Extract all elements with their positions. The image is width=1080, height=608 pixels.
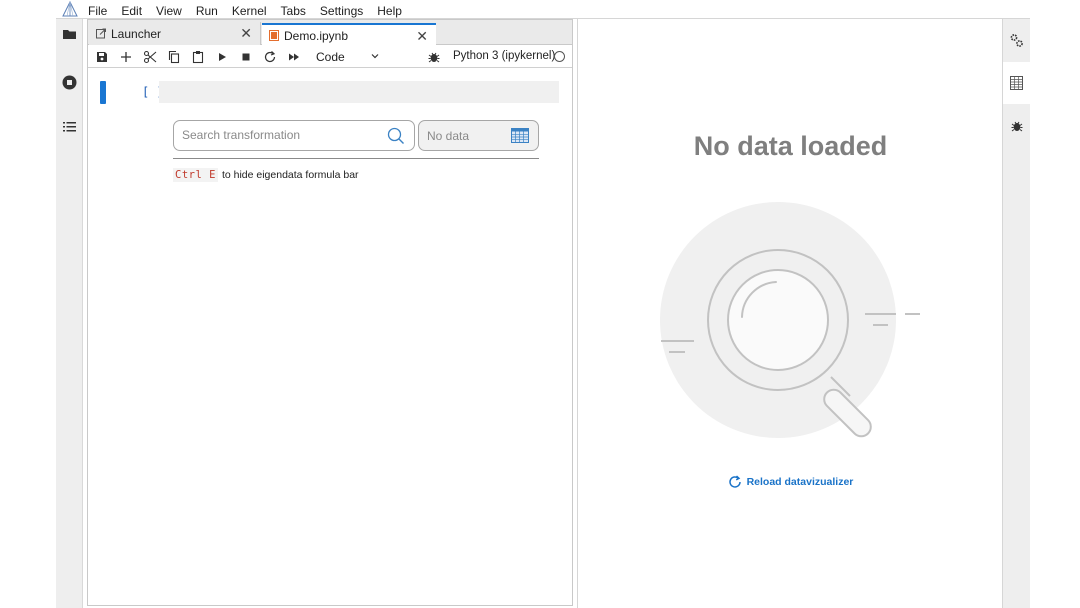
close-icon[interactable]: ✕ — [416, 28, 428, 45]
fast-forward-icon[interactable] — [287, 50, 301, 64]
jupyterlab-app: File Edit View Run Kernel Tabs Settings … — [56, 0, 1030, 608]
save-icon[interactable] — [95, 50, 109, 64]
search-transformation-input[interactable] — [182, 128, 377, 142]
table-grid-icon[interactable] — [511, 128, 529, 143]
tab-launcher[interactable]: Launcher ✕ — [89, 22, 261, 45]
folder-icon[interactable] — [62, 27, 77, 42]
tab-launcher-label: Launcher — [111, 26, 162, 41]
stop-icon[interactable] — [239, 50, 253, 64]
run-icon[interactable] — [215, 50, 229, 64]
paste-icon[interactable] — [191, 50, 205, 64]
notebook-panel: Launcher ✕ Demo.ipynb ✕ Code Python 3 (i… — [87, 19, 573, 606]
menu-edit[interactable]: Edit — [121, 4, 142, 18]
menu-view[interactable]: View — [156, 4, 182, 18]
left-sidebar — [56, 19, 83, 608]
gears-icon — [1010, 33, 1023, 47]
tab-demo-label: Demo.ipynb — [284, 28, 349, 43]
magnifier-illustration-icon — [660, 202, 920, 438]
menu-tabs[interactable]: Tabs — [281, 4, 306, 18]
debugger-tab[interactable] — [1003, 105, 1030, 147]
hint-text: to hide eigendata formula bar — [221, 169, 359, 181]
data-visualizer-panel: No data loaded Reload datavizualizer — [577, 19, 1002, 608]
debugger-bug-icon[interactable] — [427, 50, 441, 64]
launcher-icon — [96, 28, 106, 39]
data-table-tab[interactable] — [1003, 62, 1030, 104]
kernel-status-icon — [554, 51, 565, 62]
copy-icon[interactable] — [167, 50, 181, 64]
menu-run[interactable]: Run — [196, 4, 218, 18]
reload-button[interactable]: Reload datavizualizer — [578, 475, 1003, 489]
formula-bar-divider — [173, 158, 539, 159]
notebook-icon — [269, 30, 279, 41]
tab-demo-notebook[interactable]: Demo.ipynb ✕ — [262, 23, 436, 46]
toc-list-icon[interactable] — [62, 119, 77, 134]
debugger-bug-icon — [1011, 121, 1022, 132]
menu-settings[interactable]: Settings — [320, 4, 363, 18]
menu-kernel[interactable]: Kernel — [232, 4, 267, 18]
right-sidebar — [1002, 19, 1030, 608]
tab-bar: Launcher ✕ Demo.ipynb ✕ — [88, 20, 572, 46]
active-cell-marker — [100, 81, 106, 104]
formula-bar-hint: Ctrl E to hide eigendata formula bar — [173, 168, 359, 182]
add-cell-icon[interactable] — [119, 50, 133, 64]
cut-icon[interactable] — [143, 50, 157, 64]
property-inspector-tab[interactable] — [1003, 19, 1030, 61]
reload-label: Reload datavizualizer — [746, 476, 854, 488]
shortcut-key: Ctrl E — [173, 168, 218, 182]
menu-file[interactable]: File — [88, 4, 107, 18]
menu-help[interactable]: Help — [377, 4, 402, 18]
chevron-down-icon[interactable] — [370, 51, 380, 61]
menu-items: File Edit View Run Kernel Tabs Settings … — [88, 4, 416, 18]
search-transformation-box[interactable] — [173, 120, 415, 151]
notebook-toolbar: Code Python 3 (ipykernel) — [88, 46, 572, 68]
close-icon[interactable]: ✕ — [240, 25, 252, 42]
search-icon[interactable] — [387, 127, 405, 145]
menu-bar: File Edit View Run Kernel Tabs Settings … — [56, 0, 1030, 19]
reload-icon — [728, 475, 741, 488]
restart-icon[interactable] — [263, 50, 277, 64]
data-selector-label: No data — [427, 129, 470, 143]
kernel-name[interactable]: Python 3 (ipykernel) — [453, 50, 555, 62]
no-data-title: No data loaded — [693, 131, 888, 161]
jupyter-logo-icon — [62, 1, 78, 17]
data-selector[interactable]: No data — [418, 120, 539, 151]
table-icon — [1010, 76, 1023, 90]
running-stop-icon[interactable] — [62, 75, 77, 90]
code-cell-input[interactable] — [159, 81, 559, 103]
